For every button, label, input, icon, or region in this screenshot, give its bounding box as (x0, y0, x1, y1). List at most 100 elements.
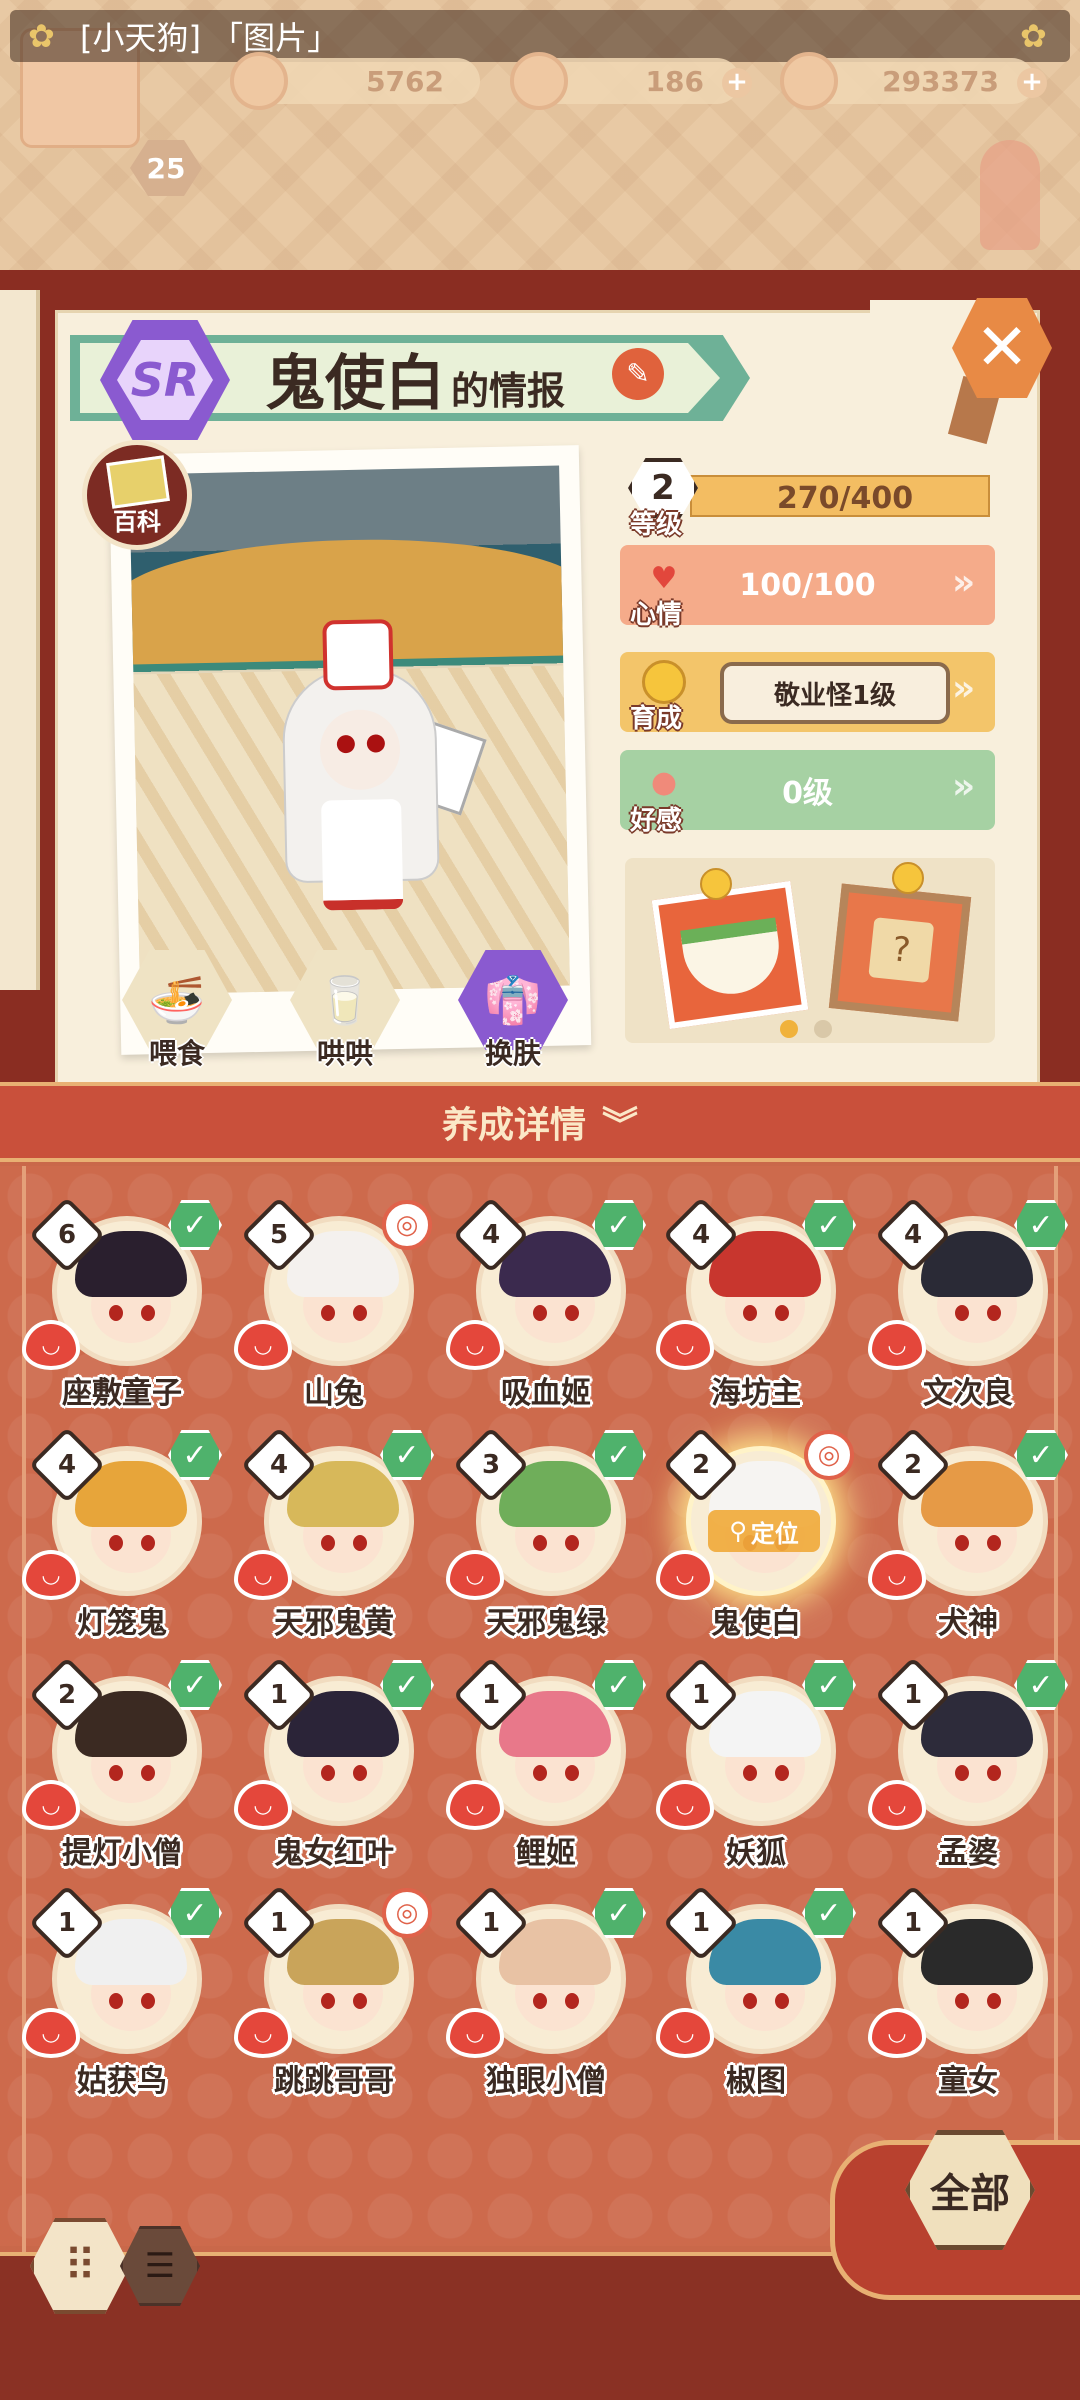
yokai-card[interactable]: 4 ✓ ◡ 天邪鬼黄 (234, 1426, 434, 1650)
wiki-label: 百科 (113, 508, 161, 536)
yokai-name: 鬼使白 (711, 1606, 801, 1641)
yokai-level: 3 (481, 1450, 501, 1480)
yokai-level: 1 (903, 1680, 923, 1710)
yokai-card[interactable]: 1 ✓ ◡ 妖狐 (656, 1656, 856, 1880)
yokai-level: 6 (57, 1220, 77, 1250)
yokai-card[interactable]: 4 ✓ ◡ 灯笼鬼 (22, 1426, 222, 1650)
mystery-frame-icon[interactable]: ? (828, 883, 972, 1022)
add-gold-button[interactable]: + (1017, 68, 1047, 98)
character-hat (322, 619, 394, 691)
section-title: 养成详情 (441, 1105, 586, 1146)
yokai-card[interactable]: 1 ✓ ◡ 独眼小僧 (446, 1884, 646, 2108)
resource-value: 5762 (366, 64, 444, 98)
yokai-card[interactable]: 1 ◡ 童女 (868, 1884, 1068, 2108)
yokai-card[interactable]: 1 ✓ ◡ 孟婆 (868, 1656, 1068, 1880)
mood-label: 心情 (630, 600, 683, 630)
add-flame-button[interactable]: + (722, 68, 752, 98)
locate-label: 定位 (750, 1519, 799, 1548)
yokai-name: 椒图 (726, 2064, 786, 2099)
yokai-card[interactable]: 5 ◎ ◡ 山兔 (234, 1196, 434, 1420)
wiki-button[interactable]: 百科 (82, 440, 192, 550)
book-icon (106, 455, 170, 509)
pencil-icon: ✎ (626, 357, 650, 390)
yokai-name: 鲤姬 (516, 1836, 576, 1871)
yokai-card[interactable]: 1 ✓ ◡ 椒图 (656, 1884, 856, 2108)
portrait-eye (321, 1993, 335, 2009)
window-title: [小天狗] 「图片」 (80, 19, 340, 57)
yokai-level: 5 (269, 1220, 289, 1250)
portrait-eye (955, 1765, 969, 1781)
yokai-card[interactable]: 1 ✓ ◡ 姑获鸟 (22, 1884, 222, 2108)
yokai-card[interactable]: 1 ✓ ◡ 鬼女红叶 (234, 1656, 434, 1880)
yokai-name: 姑获鸟 (77, 2064, 167, 2099)
yokai-name: 海坊主 (711, 1376, 801, 1411)
portrait-eye (955, 1305, 969, 1321)
page-dot-active[interactable] (780, 1020, 798, 1038)
edit-name-button[interactable]: ✎ (612, 348, 664, 400)
flower-icon: ✿ (28, 17, 55, 55)
yokai-level: 1 (269, 1908, 289, 1938)
yokai-name: 文次良 (923, 1376, 1013, 1411)
bowl-shape (680, 917, 785, 1001)
grid-dots-icon: ⠿ (63, 2240, 97, 2292)
target-circle-icon: ◎ (382, 1888, 432, 1938)
portrait-eye (987, 1305, 1001, 1321)
yokai-name: 犬神 (938, 1606, 998, 1641)
growth-arrow-icon: » (952, 668, 976, 709)
gold-coin-icon (780, 52, 838, 110)
resource-value: 293373 (882, 64, 999, 98)
yokai-card[interactable]: 4 ✓ ◡ 吸血姬 (446, 1196, 646, 1420)
photo-scene (129, 465, 570, 995)
skin-button[interactable]: 👘 换肤 (458, 950, 568, 1075)
yokai-card[interactable]: 6 ✓ ◡ 座敷童子 (22, 1196, 222, 1420)
portrait-eye (321, 1305, 335, 1321)
portrait-eye (109, 1765, 123, 1781)
yokai-card[interactable]: 2 ✓ ◡ 犬神 (868, 1426, 1068, 1650)
portrait-eye (321, 1765, 335, 1781)
portrait-eye (533, 1535, 547, 1551)
list-icon: ☰ (144, 2246, 176, 2286)
yokai-level: 4 (57, 1450, 77, 1480)
coax-label: 哄哄 (316, 1037, 373, 1070)
portrait-eye (955, 1993, 969, 2009)
yokai-level: 2 (691, 1450, 711, 1480)
mood-value: 100/100 (739, 567, 876, 603)
level-label: 等级 (630, 510, 683, 540)
locate-button[interactable]: ⚲ 定位 (708, 1510, 820, 1552)
resource-gold-coin[interactable]: 293373 + (780, 52, 1047, 110)
food-bowl-icon[interactable] (651, 880, 809, 1030)
yokai-card[interactable]: 4 ✓ ◡ 文次良 (868, 1196, 1068, 1420)
flower-icon: ✿ (1020, 17, 1047, 55)
portrait-eye (565, 1535, 579, 1551)
yokai-card[interactable]: 2 ✓ ◡ 提灯小僧 (22, 1656, 222, 1880)
growth-value[interactable]: 敬业怪1级 (720, 662, 950, 724)
yokai-level: 4 (691, 1220, 711, 1250)
portrait-eye (141, 1535, 155, 1551)
yokai-card[interactable]: 3 ✓ ◡ 天邪鬼绿 (446, 1426, 646, 1650)
yokai-card[interactable]: 1 ✓ ◡ 鲤姬 (446, 1656, 646, 1880)
portrait-eye (565, 1305, 579, 1321)
flower-coin-icon (230, 52, 288, 110)
page-dot[interactable] (814, 1020, 832, 1038)
portrait-eye (533, 1993, 547, 2009)
yokai-card[interactable]: 4 ✓ ◡ 海坊主 (656, 1196, 856, 1420)
yokai-level: 1 (691, 1680, 711, 1710)
yokai-name: 提灯小僧 (62, 1836, 182, 1871)
portrait-eye (353, 1993, 367, 2009)
feed-button[interactable]: 🍜 喂食 (122, 950, 232, 1075)
yokai-card[interactable]: 1 ◎ ◡ 跳跳哥哥 (234, 1884, 434, 2108)
yokai-card[interactable]: 2 ◎ ◡ ⚲ 定位 鬼使白 (656, 1426, 856, 1650)
flame-icon (510, 52, 568, 110)
character-model (272, 618, 487, 931)
growth-details-toggle[interactable]: 养成详情 ︾ (0, 1082, 1080, 1162)
yokai-name: 天邪鬼黄 (274, 1606, 394, 1641)
resource-flame[interactable]: 186 + (510, 52, 752, 110)
skin-label: 换肤 (484, 1037, 541, 1070)
portrait-eye (109, 1535, 123, 1551)
feed-label: 喂食 (148, 1037, 205, 1070)
yokai-name: 鬼女红叶 (274, 1836, 394, 1871)
portrait-eye (955, 1535, 969, 1551)
resource-flower-coin[interactable]: 5762 (230, 52, 480, 110)
coax-button[interactable]: 🥛 哄哄 (290, 950, 400, 1075)
rarity-label: SR (117, 340, 213, 420)
